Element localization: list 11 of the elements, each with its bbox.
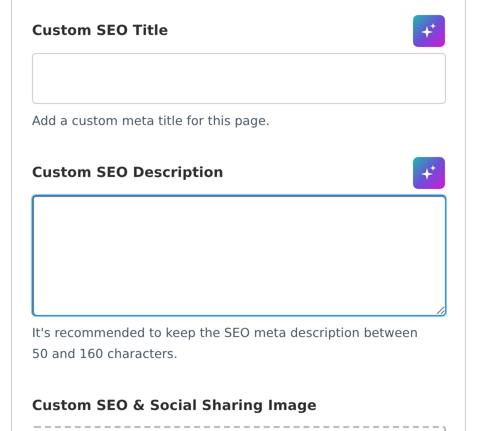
seo-description-textarea[interactable] <box>32 195 446 316</box>
ai-sparkle-button[interactable] <box>413 15 445 47</box>
seo-title-input[interactable] <box>32 53 446 104</box>
field-label: Custom SEO Description <box>32 165 224 181</box>
help-text: It's recommended to keep the SEO meta description between 50 and 160 characters. <box>32 324 419 363</box>
field-label: Custom SEO Title <box>32 23 168 39</box>
sparkle-icon <box>421 165 437 181</box>
ai-sparkle-button[interactable] <box>413 157 445 189</box>
sparkle-icon <box>421 23 437 39</box>
help-text: Add a custom meta title for this page. <box>32 112 271 130</box>
field-label: Custom SEO & Social Sharing Image <box>32 398 317 414</box>
